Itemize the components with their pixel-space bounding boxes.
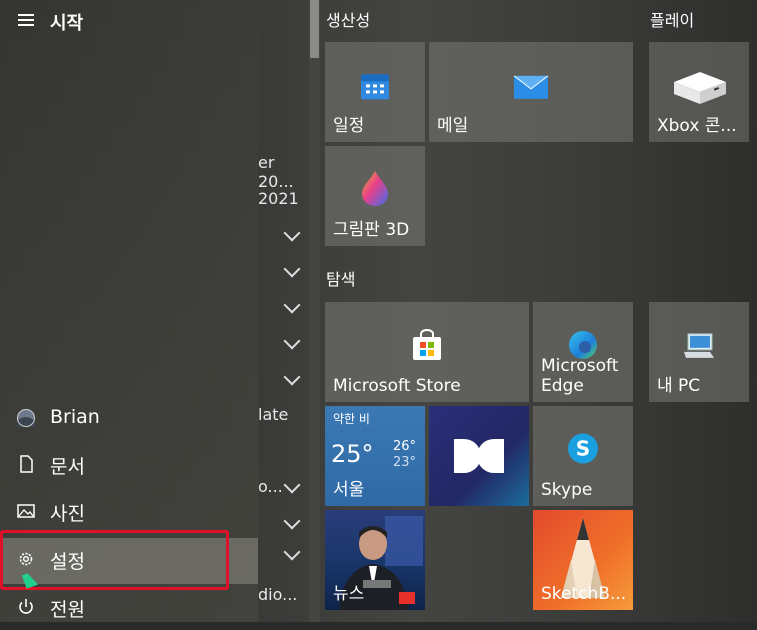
tile-news-label: 뉴스 [333,584,365,604]
app-list-item-fragment[interactable]: er 20... [258,153,310,191]
group-header-explore[interactable]: 탐색 [326,266,355,290]
user-avatar-icon [17,409,35,427]
chevron-down-icon[interactable] [283,476,301,494]
chevron-down-icon[interactable] [283,368,301,386]
tile-skype-label: Skype [541,480,593,500]
app-list-item-fragment[interactable]: dio... [258,585,297,604]
pictures-icon [17,504,35,518]
weather-high: 26° [393,439,417,454]
tile-paint3d-label: 그림판 3D [333,220,410,240]
app-list-item-fragment[interactable]: late [258,405,288,424]
app-list-scrollbar[interactable] [309,0,320,622]
nav-user-label: Brian [50,406,100,428]
tile-weather[interactable]: 약한 비 25° 26° 23° 서울 [325,406,425,506]
xbox-console-icon [674,72,726,104]
tile-sketchbook[interactable]: SketchB... [533,510,633,610]
nav-documents[interactable]: 문서 [0,443,258,487]
group-header-play[interactable]: 플레이 [650,7,694,31]
nav-pictures[interactable]: 사진 [0,490,258,534]
document-icon [20,455,33,473]
chevron-down-icon[interactable] [283,296,301,314]
tile-mail-label: 메일 [437,116,469,136]
scrollbar-thumb[interactable] [310,0,319,58]
tile-mypc[interactable]: 내 PC [649,302,749,402]
tile-mail[interactable]: 메일 [429,42,633,142]
tile-mypc-label: 내 PC [657,376,701,396]
mail-icon [513,75,549,99]
chevron-down-icon[interactable] [283,260,301,278]
start-title: 시작 [50,13,84,34]
tile-edge-label: Microsoft Edge [541,356,619,396]
skype-icon: S [568,433,598,464]
paint3d-icon [362,171,388,207]
tile-news[interactable]: 뉴스 [325,510,425,610]
tile-store[interactable]: Microsoft Store [325,302,529,402]
nav-user[interactable]: Brian [0,397,258,441]
chevron-down-icon[interactable] [283,512,301,530]
tile-paint3d[interactable]: 그림판 3D [325,146,425,246]
svg-text:S: S [576,437,590,461]
weather-temperature: 25° [331,440,374,468]
nav-pictures-label: 사진 [50,503,85,525]
chevron-down-icon[interactable] [283,543,301,561]
app-list-item-fragment[interactable]: 2021 [258,189,299,208]
store-bag-icon [413,328,441,360]
chevron-down-icon[interactable] [283,224,301,242]
weather-condition: 약한 비 [333,412,370,426]
nav-power-label: 전원 [50,599,85,621]
tile-calendar-label: 일정 [333,116,365,136]
dolby-logo-icon [454,439,504,473]
power-icon [19,599,33,614]
tile-xbox[interactable]: Xbox 콘... [649,42,749,142]
group-header-productivity[interactable]: 생산성 [326,7,370,31]
tile-xbox-label: Xbox 콘... [657,116,737,136]
calendar-icon [361,74,389,100]
hamburger-menu-icon[interactable] [18,14,34,26]
tile-edge[interactable]: Microsoft Edge [533,302,633,402]
app-list-item-fragment[interactable]: o... [258,477,283,496]
news-badge-icon [399,592,415,604]
tile-calendar[interactable]: 일정 [325,42,425,142]
this-pc-icon [684,333,714,358]
tile-store-label: Microsoft Store [333,376,461,396]
tile-skype[interactable]: S Skype [533,406,633,506]
tile-dolby[interactable] [429,406,529,506]
nav-documents-label: 문서 [50,456,85,478]
tile-weather-label: 서울 [333,480,365,500]
tile-sketchbook-label: SketchB... [541,584,627,604]
nav-power[interactable]: 전원 [0,586,258,630]
weather-low: 23° [393,455,417,470]
chevron-down-icon[interactable] [283,332,301,350]
